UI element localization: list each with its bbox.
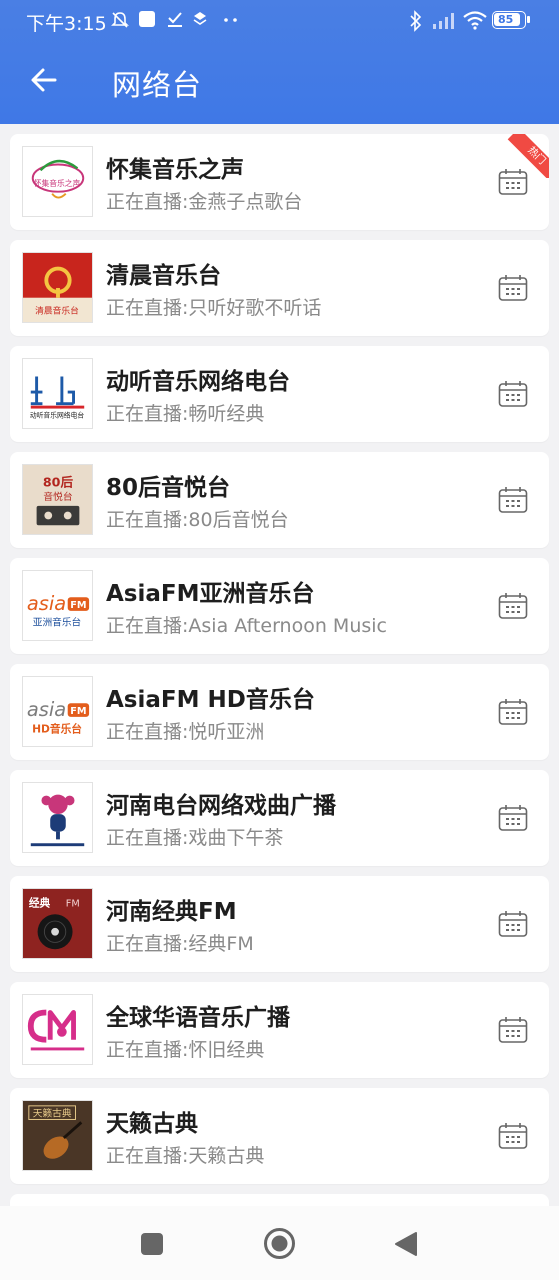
station-name: 全球华语音乐广播 [106,1005,290,1031]
more-dots-icon [224,18,237,22]
station-item[interactable]: asia FM 亚洲音乐台 AsiaFM亚洲音乐台 正在直播:Asia Afte… [10,558,549,654]
now-playing: 正在直播:畅听经典 [106,403,265,425]
asiafm-hd-logo: asia FM HD音乐台 [22,676,93,747]
svg-text:HD音乐台: HD音乐台 [32,722,82,735]
henan-xiqu-logo [22,782,93,853]
download-done-icon [168,12,182,27]
tianlai-logo: 天籁古典 [22,1100,93,1171]
now-playing: 正在直播:悦听亚洲 [106,721,265,743]
quanqiu-huayu-logo [22,994,93,1065]
schedule-calendar-icon[interactable] [498,1016,528,1044]
back-button[interactable] [24,60,64,100]
station-name: 80后音悦台 [106,475,231,501]
title-bar: 网络台 [0,42,559,124]
bluetooth-icon [410,10,422,32]
station-item[interactable]: asia FM HD音乐台 AsiaFM HD音乐台 正在直播:悦听亚洲 [10,664,549,760]
app-notification-icon [139,11,155,27]
schedule-calendar-icon[interactable] [498,698,528,726]
svg-text:FM: FM [70,706,86,717]
station-name: AsiaFM亚洲音乐台 [106,581,315,607]
station-name: AsiaFM HD音乐台 [106,687,315,713]
now-playing: 正在直播:经典FM [106,933,254,955]
station-list[interactable]: 怀集音乐之声 怀集音乐之声 正在直播:金燕子点歌台 热门 清晨音乐台 清晨音乐台… [0,124,559,1206]
now-playing: 正在直播:Asia Afternoon Music [106,615,387,637]
layers-icon [193,12,207,25]
station-item-partial[interactable] [10,1194,549,1206]
station-item[interactable]: 怀集音乐之声 怀集音乐之声 正在直播:金燕子点歌台 热门 [10,134,549,230]
station-item[interactable]: 河南电台网络戏曲广播 正在直播:戏曲下午茶 [10,770,549,866]
station-item[interactable]: 清晨音乐台 清晨音乐台 正在直播:只听好歌不听话 [10,240,549,336]
svg-text:FM: FM [66,898,80,909]
station-item[interactable]: 动听音乐网络电台 动听音乐网络电台 正在直播:畅听经典 [10,346,549,442]
svg-text:经典: 经典 [29,896,51,909]
station-name: 河南经典FM [106,899,237,925]
dongting-logo: 动听音乐网络电台 [22,358,93,429]
arrow-left-icon [31,68,57,92]
svg-text:动听音乐网络电台: 动听音乐网络电台 [30,410,85,419]
svg-text:清晨音乐台: 清晨音乐台 [35,304,79,316]
notifications-muted-icon [111,12,129,28]
schedule-calendar-icon[interactable] [498,910,528,938]
schedule-calendar-icon[interactable] [498,486,528,514]
now-playing: 正在直播:怀旧经典 [106,1039,265,1061]
schedule-calendar-icon[interactable] [498,380,528,408]
now-playing: 正在直播:只听好歌不听话 [106,297,322,319]
svg-text:asia: asia [27,698,66,721]
svg-text:亚洲音乐台: 亚洲音乐台 [33,615,82,628]
now-playing: 正在直播:戏曲下午茶 [106,827,284,849]
station-name: 河南电台网络戏曲广播 [106,793,336,819]
now-playing: 正在直播:80后音悦台 [106,509,289,531]
station-item[interactable]: 80后 音悦台 80后音悦台 正在直播:80后音悦台 [10,452,549,548]
wifi-icon [463,11,487,30]
home-circle-icon[interactable] [263,1227,296,1260]
status-time: 下午3:15 [26,13,107,35]
80hou-logo: 80后 音悦台 [22,464,93,535]
schedule-calendar-icon[interactable] [498,592,528,620]
svg-text:FM: FM [70,600,86,611]
page-title: 网络台 [112,68,203,102]
system-nav-bar [0,1206,559,1280]
svg-text:怀集音乐之声: 怀集音乐之声 [34,178,81,188]
station-item[interactable]: 全球华语音乐广播 正在直播:怀旧经典 [10,982,549,1078]
huaiji-logo: 怀集音乐之声 [22,146,93,217]
status-bar: 下午3:15 85 [0,0,559,42]
now-playing: 正在直播:天籁古典 [106,1145,265,1167]
asiafm-logo: asia FM 亚洲音乐台 [22,570,93,641]
signal-icon [433,13,454,29]
station-item[interactable]: 天籁古典 天籁古典 正在直播:天籁古典 [10,1088,549,1184]
station-name: 清晨音乐台 [106,263,221,289]
app-header: 下午3:15 85 网络台 [0,0,559,124]
schedule-calendar-icon[interactable] [498,804,528,832]
recents-square-icon[interactable] [140,1232,164,1256]
now-playing: 正在直播:金燕子点歌台 [106,191,303,213]
back-triangle-icon[interactable] [394,1231,418,1257]
schedule-calendar-icon[interactable] [498,1122,528,1150]
station-name: 动听音乐网络电台 [106,369,290,395]
schedule-calendar-icon[interactable] [498,274,528,302]
battery-indicator: 85 [492,11,530,29]
station-name: 天籁古典 [106,1111,198,1137]
station-name: 怀集音乐之声 [106,157,244,183]
qingchen-logo: 清晨音乐台 [22,252,93,323]
henan-jingdian-logo: 经典 FM [22,888,93,959]
schedule-calendar-icon[interactable] [498,168,528,196]
battery-level: 85 [498,13,514,26]
svg-text:天籁古典: 天籁古典 [33,1107,72,1120]
station-item[interactable]: 经典 FM 河南经典FM 正在直播:经典FM [10,876,549,972]
svg-text:asia: asia [27,592,66,615]
svg-text:音悦台: 音悦台 [43,490,72,503]
svg-text:80后: 80后 [43,474,74,489]
